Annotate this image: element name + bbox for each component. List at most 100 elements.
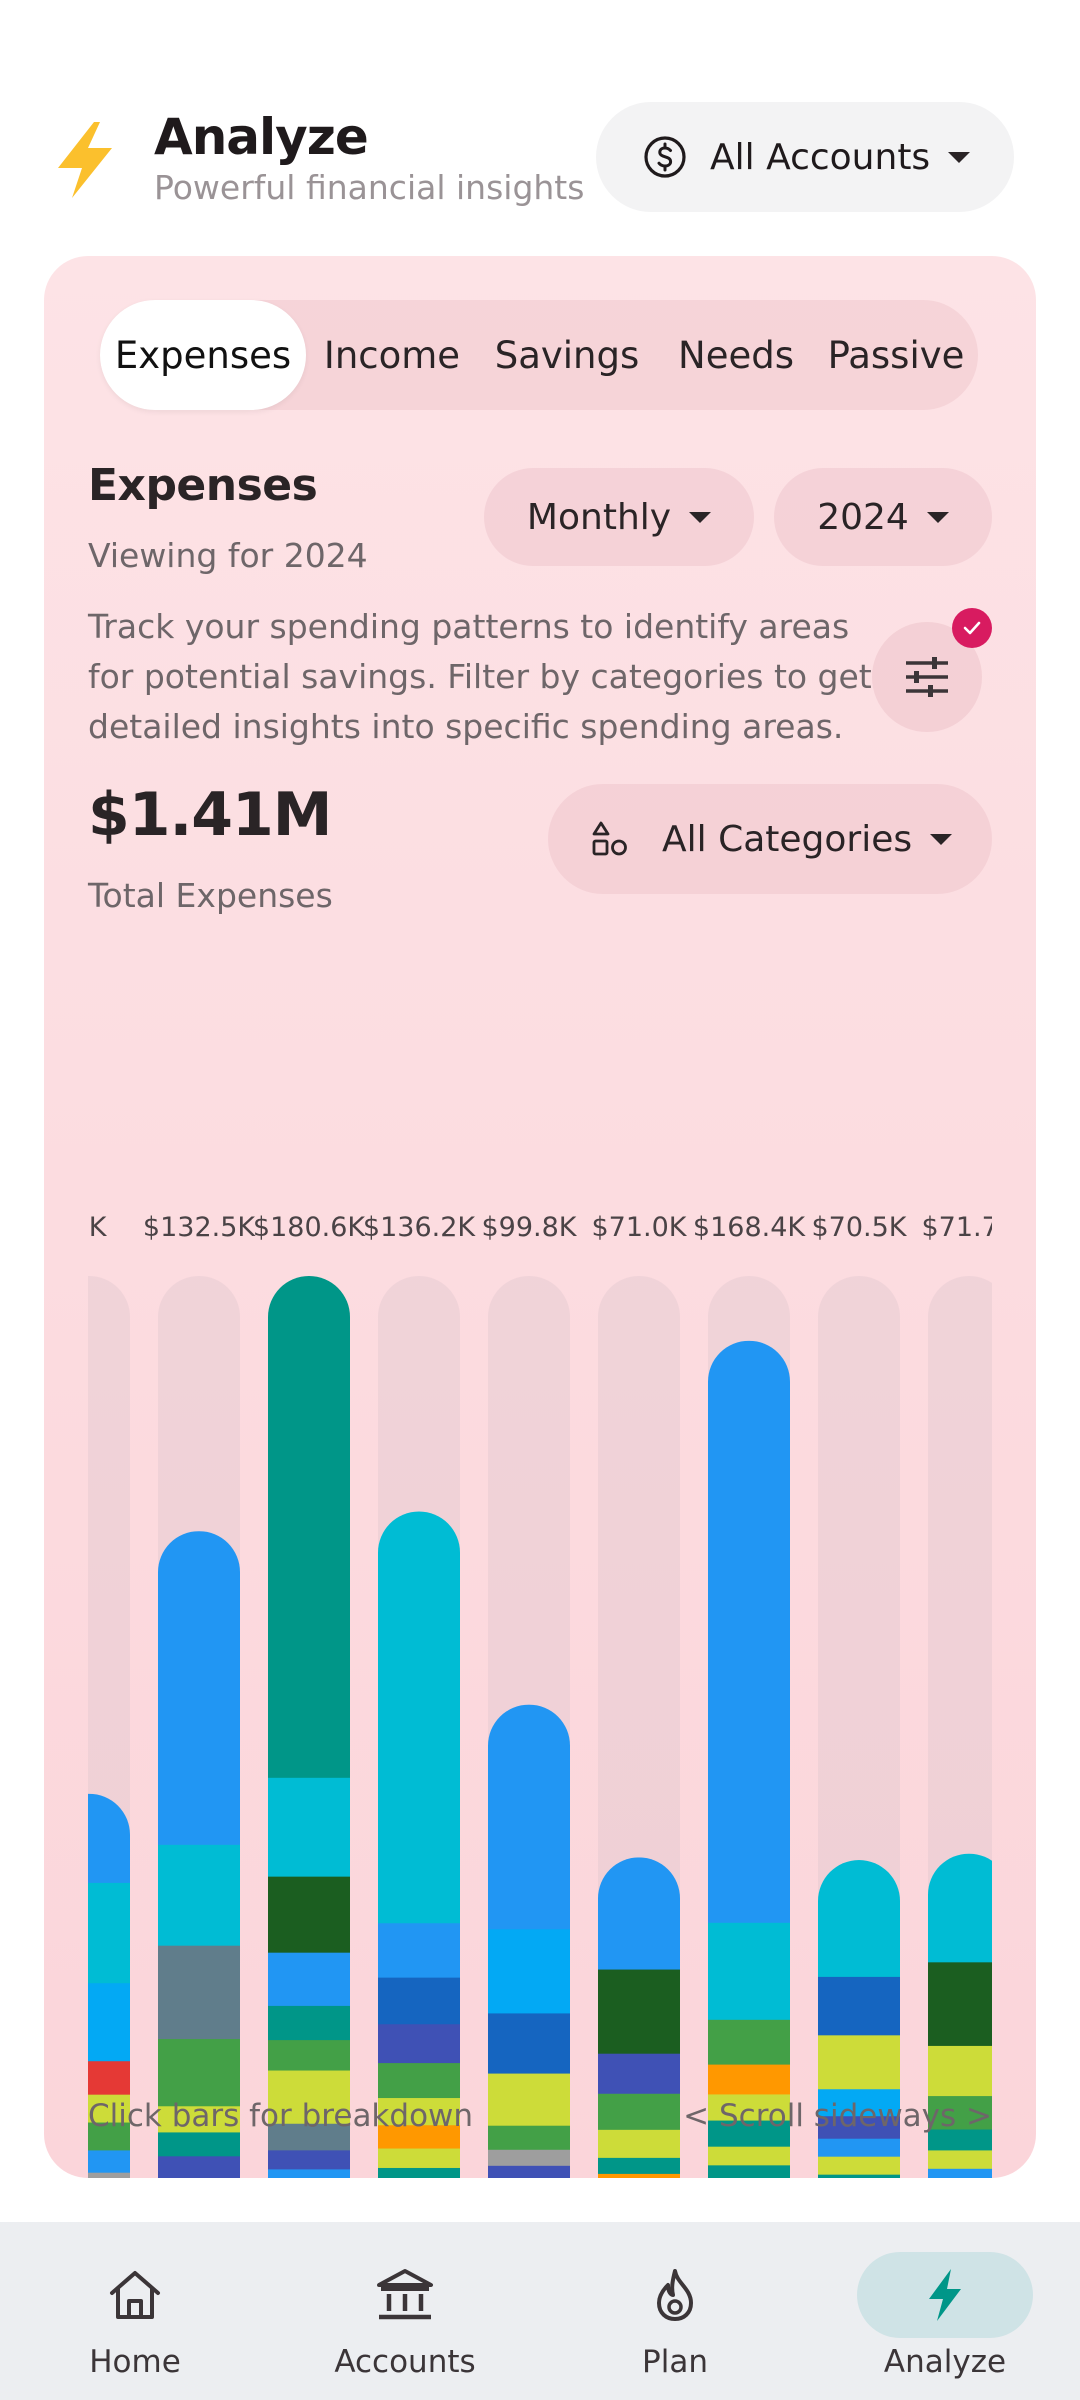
chevron-down-icon bbox=[930, 833, 953, 845]
bar-value-label: $70.5K bbox=[811, 1212, 907, 1243]
bank-icon bbox=[377, 2269, 433, 2320]
bar-segment bbox=[818, 1976, 900, 2036]
bar-may[interactable] bbox=[158, 1276, 240, 2178]
bar-jun[interactable] bbox=[268, 1276, 350, 2178]
bar-segment bbox=[88, 2172, 130, 2178]
bar-segment bbox=[268, 2169, 350, 2178]
bar-segment bbox=[488, 2125, 570, 2151]
bar-segment bbox=[598, 1969, 680, 2055]
bar-segment bbox=[268, 1876, 350, 1954]
bar-segment bbox=[928, 2168, 992, 2178]
analysis-tabs: Expenses Income Savings Needs Passive bbox=[100, 300, 978, 410]
analysis-card: Expenses Income Savings Needs Passive Ex… bbox=[44, 256, 1036, 2178]
bar-nov[interactable] bbox=[818, 1276, 900, 2178]
bar-segment bbox=[928, 2150, 992, 2170]
period-select-label: Monthly bbox=[526, 496, 672, 538]
tab-passive[interactable]: Passive bbox=[816, 300, 976, 410]
bar-segment bbox=[488, 1929, 570, 2015]
tab-expenses[interactable]: Expenses bbox=[100, 300, 306, 410]
bar-value-label: $99.8K bbox=[481, 1212, 577, 1243]
nav-plan[interactable]: Plan bbox=[540, 2222, 810, 2400]
category-select[interactable]: All Categories bbox=[548, 784, 992, 894]
bar-aug[interactable] bbox=[488, 1276, 570, 2178]
nav-accounts-label: Accounts bbox=[334, 2344, 476, 2380]
bar-segment bbox=[818, 1860, 900, 1978]
bar-segment bbox=[598, 2129, 680, 2159]
nav-accounts[interactable]: Accounts bbox=[270, 2222, 540, 2400]
bar-oct[interactable] bbox=[708, 1276, 790, 2178]
nav-home[interactable]: Home bbox=[0, 2222, 270, 2400]
bar-segment bbox=[158, 2156, 240, 2178]
bar-segment bbox=[268, 1952, 350, 2007]
bar-segment bbox=[818, 2138, 900, 2158]
bar-segment bbox=[268, 2150, 350, 2170]
app-title: Analyze bbox=[154, 108, 369, 166]
bar-segment bbox=[818, 2174, 900, 2178]
bar-segment bbox=[598, 1857, 680, 1971]
lightning-bolt-icon bbox=[929, 2269, 961, 2321]
bar-segment bbox=[378, 1977, 460, 2025]
bar-segment bbox=[158, 2039, 240, 2107]
shapes-icon bbox=[592, 821, 627, 856]
bar-dec[interactable] bbox=[928, 1276, 992, 2178]
bar-segment bbox=[928, 1962, 992, 2047]
bar-jul[interactable] bbox=[378, 1276, 460, 2178]
bar-segment bbox=[708, 1922, 790, 2021]
tab-income[interactable]: Income bbox=[306, 300, 478, 410]
bar-value-label: $180.6K bbox=[253, 1212, 366, 1243]
bar-segment bbox=[488, 2165, 570, 2178]
bar-segment bbox=[378, 2063, 460, 2099]
bar-segment bbox=[598, 2093, 680, 2131]
total-label: Total Expenses bbox=[88, 876, 333, 915]
header: Analyze Powerful financial insights All … bbox=[0, 100, 1080, 220]
dollar-circle-icon bbox=[644, 136, 686, 178]
tab-needs[interactable]: Needs bbox=[656, 300, 816, 410]
bar-segment bbox=[268, 1276, 350, 1779]
total-amount: $1.41M bbox=[88, 780, 332, 850]
bar-segment bbox=[488, 2013, 570, 2075]
bar-segment bbox=[378, 1923, 460, 1979]
bar-value-label: $136.2K bbox=[363, 1212, 476, 1243]
period-select[interactable]: Monthly bbox=[484, 468, 754, 566]
scroll-hint: < Scroll sideways > bbox=[683, 2098, 992, 2134]
bar-segment bbox=[268, 1777, 350, 1878]
bar-segment bbox=[708, 2165, 790, 2178]
bar-segment bbox=[158, 1844, 240, 1947]
bar-value-label: $132.5K bbox=[143, 1212, 256, 1243]
bar-segment bbox=[378, 2024, 460, 2064]
bar-apr[interactable] bbox=[88, 1276, 130, 2178]
account-select[interactable]: All Accounts bbox=[596, 102, 1014, 212]
section-subtitle: Viewing for 2024 bbox=[88, 536, 368, 575]
home-icon bbox=[110, 2271, 160, 2319]
year-select-label: 2024 bbox=[817, 496, 909, 538]
bar-segment bbox=[818, 2156, 900, 2176]
chevron-down-icon bbox=[689, 511, 712, 523]
bar-sep[interactable] bbox=[598, 1276, 680, 2178]
year-select[interactable]: 2024 bbox=[774, 468, 992, 566]
bar-value-label: $71.0K bbox=[591, 1212, 687, 1243]
bar-segment bbox=[708, 1340, 790, 1924]
expenses-bar-chart: 3Kr$132.5KMay$180.6KJun$136.2KJul$99.8KA… bbox=[88, 1212, 992, 2178]
sliders-icon bbox=[906, 657, 948, 697]
bar-segment bbox=[378, 2167, 460, 2178]
bar-segment bbox=[88, 2061, 130, 2096]
bar-segment bbox=[488, 1704, 570, 1930]
analyze-screen: Analyze Powerful financial insights All … bbox=[0, 0, 1080, 2400]
expenses-chart-scroller[interactable]: 3Kr$132.5KMay$180.6KJun$136.2KJul$99.8KA… bbox=[88, 946, 992, 2178]
bar-segment bbox=[268, 2040, 350, 2072]
bar-segment bbox=[158, 1945, 240, 2040]
nav-analyze[interactable]: Analyze bbox=[810, 2222, 1080, 2400]
chevron-down-icon bbox=[948, 151, 971, 163]
bar-segment bbox=[598, 2053, 680, 2095]
bar-segment bbox=[88, 1882, 130, 1984]
check-icon bbox=[963, 621, 981, 635]
bar-segment bbox=[378, 2148, 460, 2169]
bar-segment bbox=[88, 1983, 130, 2062]
bar-segment bbox=[818, 2035, 900, 2090]
bar-segment bbox=[268, 2005, 350, 2041]
account-select-label: All Accounts bbox=[710, 136, 931, 178]
nav-plan-label: Plan bbox=[642, 2344, 708, 2380]
lightning-bolt-icon bbox=[58, 122, 112, 198]
tab-savings[interactable]: Savings bbox=[478, 300, 656, 410]
category-select-label: All Categories bbox=[662, 818, 913, 860]
